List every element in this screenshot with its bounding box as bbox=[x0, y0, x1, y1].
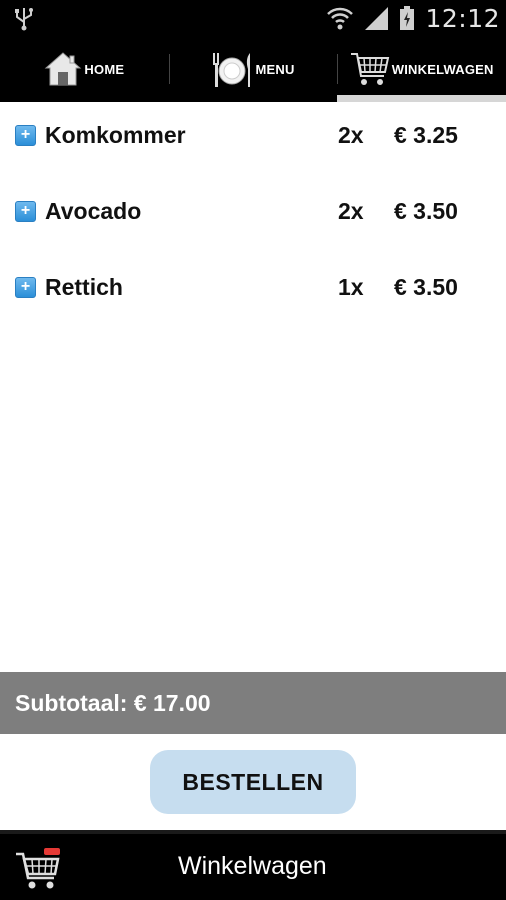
plus-icon[interactable]: + bbox=[15, 124, 36, 146]
list-item: + Avocado 2x € 3.50 bbox=[0, 181, 506, 241]
tab-menu-label: MENU bbox=[255, 61, 295, 77]
tab-home-label: HOME bbox=[84, 61, 125, 77]
item-price: € 3.25 bbox=[394, 121, 458, 148]
list-item: + Rettich 1x € 3.50 bbox=[0, 257, 506, 317]
page-title: Winkelwagen bbox=[178, 852, 327, 880]
order-area: BESTELLEN bbox=[0, 734, 506, 830]
signal-icon bbox=[365, 7, 389, 30]
plus-icon[interactable]: + bbox=[15, 200, 36, 222]
item-quantity: 2x bbox=[338, 197, 364, 224]
tab-menu[interactable]: MENU bbox=[168, 36, 338, 102]
battery-icon bbox=[400, 6, 415, 30]
item-price: € 3.50 bbox=[394, 273, 458, 300]
item-quantity: 1x bbox=[338, 273, 364, 300]
clock: 12:12 bbox=[425, 3, 500, 33]
item-price: € 3.50 bbox=[394, 197, 458, 224]
wifi-icon bbox=[327, 7, 354, 30]
usb-icon bbox=[15, 8, 33, 31]
tab-winkelwagen[interactable]: WINKELWAGEN bbox=[337, 36, 506, 102]
status-bar: 12:12 bbox=[0, 0, 506, 36]
tab-home[interactable]: HOME bbox=[0, 36, 169, 102]
list-item: + Komkommer 2x € 3.25 bbox=[0, 105, 506, 165]
item-name: Komkommer bbox=[45, 121, 186, 148]
shopping-cart-icon bbox=[350, 53, 389, 85]
home-icon bbox=[45, 52, 82, 86]
tab-bar: HOME MENU WINKELWAGEN bbox=[0, 36, 506, 102]
cart-list: + Komkommer 2x € 3.25 + Avocado 2x € 3.5… bbox=[0, 102, 506, 672]
item-quantity: 2x bbox=[338, 121, 364, 148]
plus-icon[interactable]: + bbox=[15, 276, 36, 298]
item-name: Rettich bbox=[45, 273, 123, 300]
subtotal-text: Subtotaal: € 17.00 bbox=[15, 689, 211, 716]
active-tab-indicator bbox=[337, 95, 506, 102]
order-button[interactable]: BESTELLEN bbox=[150, 750, 356, 814]
bottom-bar: Winkelwagen bbox=[0, 830, 506, 900]
plate-cutlery-icon bbox=[213, 53, 251, 87]
tab-winkelwagen-label: WINKELWAGEN bbox=[391, 61, 494, 77]
shopping-cart-icon[interactable] bbox=[14, 846, 62, 892]
subtotal-bar: Subtotaal: € 17.00 bbox=[0, 672, 506, 734]
item-name: Avocado bbox=[45, 197, 142, 224]
